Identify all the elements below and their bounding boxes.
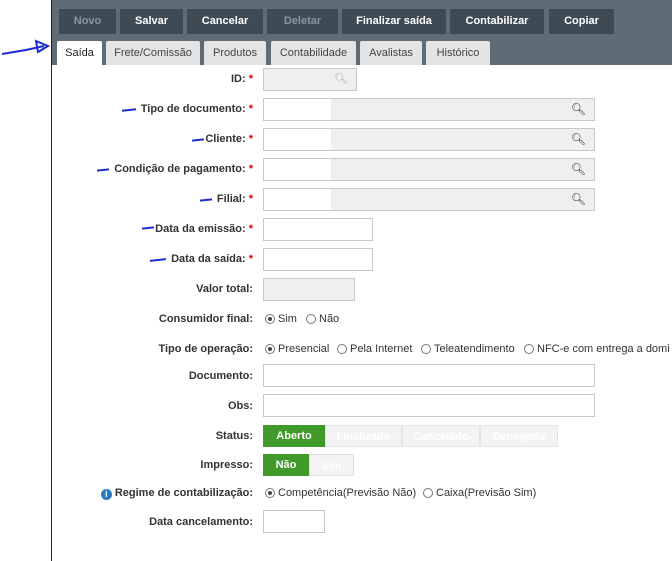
page-left-border <box>51 0 52 561</box>
condicao-pagamento-label: Condição de pagamento: * <box>114 163 253 175</box>
contabilizar-button[interactable]: Contabilizar <box>450 9 544 34</box>
radio-icon <box>421 344 431 354</box>
documento-input[interactable] <box>263 364 595 387</box>
radio-selected-icon <box>265 314 275 324</box>
data-cancelamento-label: Data cancelamento: <box>149 516 253 528</box>
info-icon[interactable]: i <box>100 489 112 500</box>
filial-lookup[interactable]: 🔍︎ <box>263 188 595 211</box>
consumidor-final-label: Consumidor final: <box>158 313 253 325</box>
cliente-lookup[interactable]: 🔍︎ <box>263 128 595 151</box>
impresso-nao-button[interactable]: Não <box>263 454 309 476</box>
condicao-pagamento-lookup[interactable]: 🔍︎ <box>263 158 595 181</box>
finalizar-saida-button[interactable]: Finalizar saída <box>342 9 446 34</box>
search-icon[interactable]: 🔍︎ <box>571 192 586 206</box>
status-cancelado-button[interactable]: Cancelado <box>402 425 480 447</box>
salvar-button[interactable]: Salvar <box>120 9 183 34</box>
search-icon[interactable]: 🔍︎ <box>571 162 586 176</box>
id-field[interactable]: 🔍︎ <box>263 68 357 91</box>
regime-label: i Regime de contabilização: <box>60 485 253 501</box>
tipo-documento-code-input[interactable] <box>264 99 331 120</box>
documento-label: Documento: <box>188 370 253 382</box>
consumidor-sim-radio[interactable]: Sim <box>265 312 297 326</box>
tipo-documento-label: Tipo de documento: * <box>140 103 253 115</box>
obs-label: Obs: <box>227 400 253 412</box>
data-saida-label: Data da saída: * <box>171 253 253 265</box>
toolbar: Novo Salvar Cancelar Deletar Finalizar s… <box>52 0 672 37</box>
status-label: Status: <box>215 430 253 442</box>
operacao-teleatendimento-radio[interactable]: Teleatendimento <box>421 342 515 356</box>
tab-produtos[interactable]: Produtos <box>204 41 266 65</box>
annotation-arrow-icon <box>1 39 51 55</box>
data-emissao-label: Data da emissão: * <box>155 223 253 235</box>
status-finalizado-button[interactable]: Finalizado <box>325 425 402 447</box>
valor-total-label: Valor total: <box>196 283 253 295</box>
consumidor-nao-radio[interactable]: Não <box>306 312 339 326</box>
tab-historico[interactable]: Histórico <box>426 41 490 65</box>
tab-bar: Saída Frete/Comissão Produtos Contabilid… <box>52 37 672 65</box>
status-denegada-button[interactable]: Denegada <box>480 425 558 447</box>
radio-icon <box>306 314 316 324</box>
radio-icon <box>337 344 347 354</box>
operacao-presencial-radio[interactable]: Presencial <box>265 342 329 356</box>
operacao-nfce-radio[interactable]: NFC-e com entrega a domi <box>524 342 672 356</box>
condicao-pagamento-code-input[interactable] <box>264 159 331 180</box>
impresso-label: Impresso: <box>200 459 253 471</box>
filial-code-input[interactable] <box>264 189 331 210</box>
data-emissao-input[interactable] <box>263 218 373 241</box>
regime-competencia-radio[interactable]: Competência(Previsão Não) <box>265 486 416 500</box>
operacao-internet-radio[interactable]: Pela Internet <box>337 342 412 356</box>
regime-caixa-radio[interactable]: Caixa(Previsão Sim) <box>423 486 536 500</box>
cliente-label: Cliente: * <box>205 133 253 145</box>
search-icon[interactable]: 🔍︎ <box>571 132 586 146</box>
search-icon[interactable]: 🔍︎ <box>571 102 586 116</box>
tab-frete-comissao[interactable]: Frete/Comissão <box>106 41 200 65</box>
obs-input[interactable] <box>263 394 595 417</box>
tab-saida[interactable]: Saída <box>57 41 102 65</box>
cancelar-button[interactable]: Cancelar <box>187 9 263 34</box>
radio-selected-icon <box>265 488 275 498</box>
tipo-documento-lookup[interactable]: 🔍︎ <box>263 98 595 121</box>
data-cancelamento-input[interactable] <box>263 510 325 533</box>
data-saida-input[interactable] <box>263 248 373 271</box>
id-label: ID: * <box>230 73 253 85</box>
search-icon[interactable]: 🔍︎ <box>334 72 348 85</box>
novo-button[interactable]: Novo <box>59 9 116 34</box>
status-aberto-button[interactable]: Aberto <box>263 425 325 447</box>
radio-icon <box>423 488 433 498</box>
radio-icon <box>524 344 534 354</box>
impresso-sim-button[interactable]: Sim <box>309 454 354 476</box>
tab-contabilidade[interactable]: Contabilidade <box>271 41 356 65</box>
valor-total-input <box>263 278 355 301</box>
tipo-operacao-label: Tipo de operação: <box>158 343 253 355</box>
filial-label: Filial: * <box>216 193 253 205</box>
cliente-code-input[interactable] <box>264 129 331 150</box>
tab-avalistas[interactable]: Avalistas <box>360 41 422 65</box>
deletar-button[interactable]: Deletar <box>267 9 338 34</box>
copiar-button[interactable]: Copiar <box>549 9 614 34</box>
radio-selected-icon <box>265 344 275 354</box>
